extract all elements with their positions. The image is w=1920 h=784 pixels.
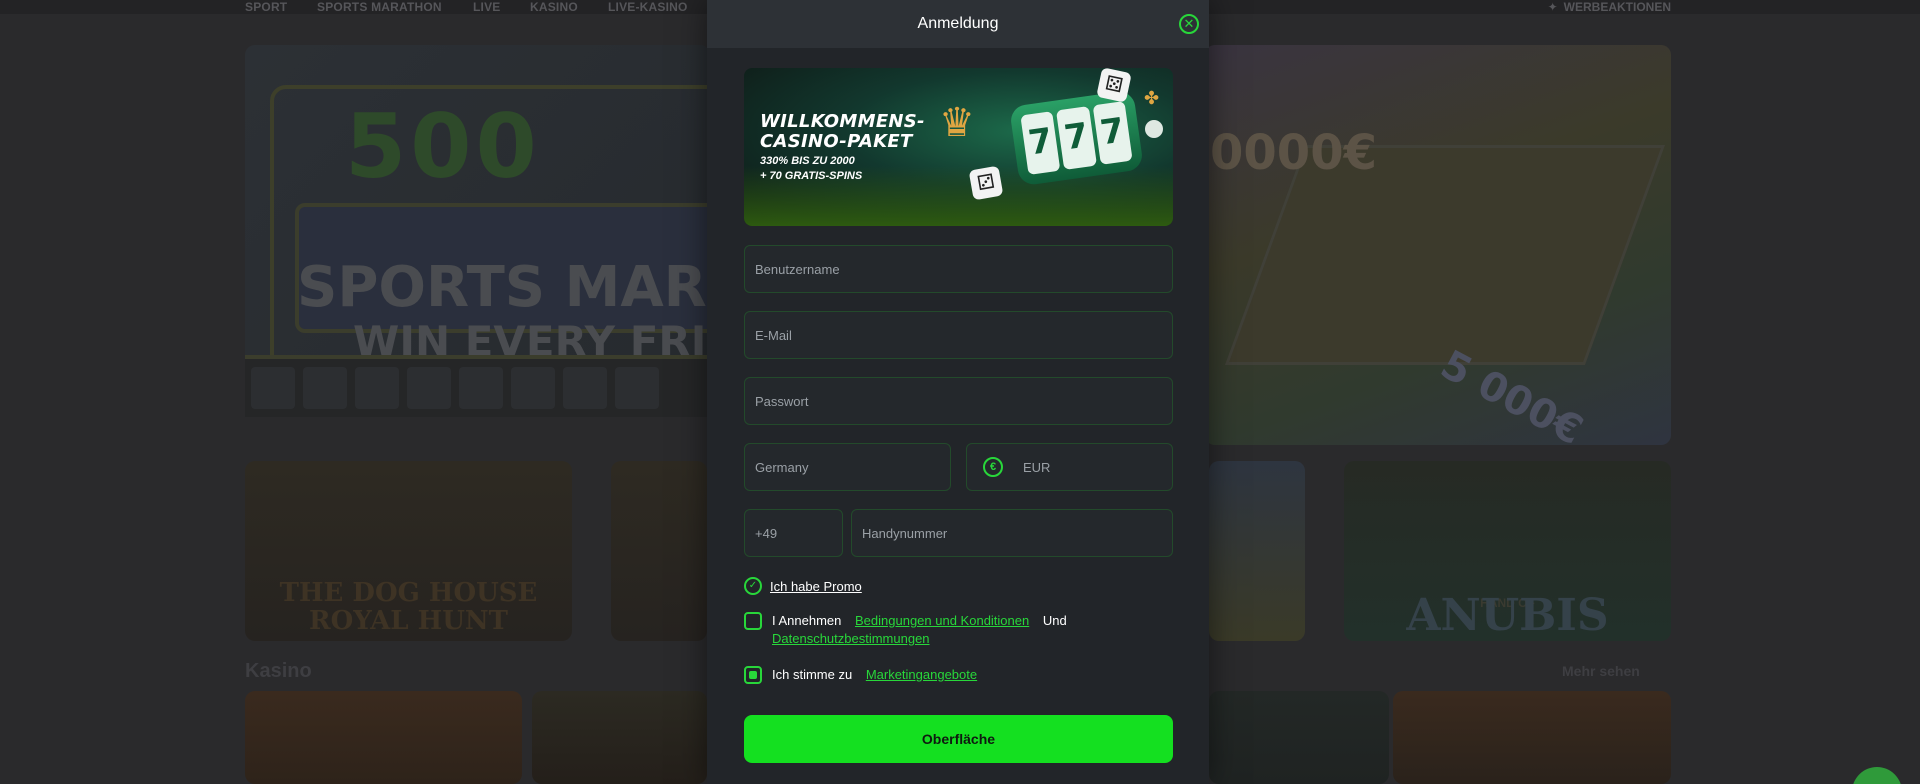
game-tile-anubis[interactable]: HAND OF ANUBIS [1344,461,1671,641]
casino-section-title: Kasino [245,660,312,682]
league-logo [303,367,347,409]
currency-value: EUR [1023,459,1051,475]
slot-reel: 7 [1092,100,1133,165]
game-tile[interactable] [532,691,707,784]
game-tile-dog-house[interactable]: THE DOG HOUSE ROYAL HUNT [245,461,572,641]
phone-field[interactable] [851,509,1173,557]
ball-icon [1145,120,1163,138]
game-tile[interactable] [1393,691,1671,784]
promo-icon: ✓ [744,577,762,595]
terms-prefix: I Annehmen [772,613,842,628]
submit-button[interactable]: Oberfläche [744,715,1173,763]
registration-modal: Anmeldung ✕ ♛ 7 7 7 ⚄ ⚂ ✤ WILLKOMMENS- C… [707,0,1209,784]
email-field[interactable] [744,311,1173,359]
promo-label[interactable]: Ich habe Promo [770,579,862,594]
nav-live-casino[interactable]: LIVE-KASINO [608,0,688,14]
league-logo [459,367,503,409]
conditions-link[interactable]: Bedingungen und Konditionen [855,613,1029,628]
password-field[interactable] [744,377,1173,425]
crown-icon: ♛ [939,101,975,145]
slot-reel: 7 [1020,111,1061,176]
league-logo [355,367,399,409]
promotions-link[interactable]: ✦ WERBEAKTIONEN [1548,0,1671,14]
league-logo [251,367,295,409]
promo-toggle[interactable]: ✓ Ich habe Promo [744,577,862,595]
banner-subtitle: 330% BIS ZU 2000 + 70 GRATIS-SPINS [760,155,863,182]
modal-title: Anmeldung [917,15,999,32]
username-field[interactable] [744,245,1173,293]
league-logo [615,367,659,409]
country-select[interactable]: Germany [744,443,951,491]
marketing-prefix: Ich stimme zu [772,667,853,682]
slot-reel: 7 [1056,106,1097,170]
hero-banner-right[interactable]: 0000€ 5 000€ [1205,45,1671,445]
phone-code-value: +49 [755,525,778,541]
game-tile-title: ANUBIS [1406,590,1609,641]
game-tile-title: THE DOG HOUSE ROYAL HUNT [279,578,538,636]
megaphone-icon: ✦ [1547,0,1558,14]
username-input[interactable] [755,261,1162,277]
game-tile[interactable] [245,691,522,784]
marketing-checkbox[interactable] [744,666,762,684]
password-input[interactable] [755,393,1162,409]
phone-code-select[interactable]: +49 [744,509,843,557]
marketing-link[interactable]: Marketingangebote [866,667,977,682]
terms-checkbox[interactable] [744,612,762,630]
see-more-link[interactable]: Mehr sehen [1562,663,1640,679]
game-tile-dog-house-2[interactable] [611,461,707,641]
close-icon[interactable]: ✕ [1179,14,1199,34]
banner-title: WILLKOMMENS- CASINO-PAKET [760,111,925,152]
marketing-row: Ich stimme zu Marketingangebote [744,666,1172,684]
league-logo [511,367,555,409]
email-input[interactable] [755,327,1162,343]
dice-icon: ⚂ [968,165,1004,201]
league-logo [563,367,607,409]
nav-sport[interactable]: SPORT [245,0,287,14]
euro-icon: € [983,457,1003,477]
phone-input[interactable] [862,525,1162,541]
country-value: Germany [755,459,809,475]
terms-text: I Annehmen Bedingungen und Konditionen U… [772,612,1172,648]
privacy-link[interactable]: Datenschutzbestimmungen [772,631,930,646]
modal-header: Anmeldung ✕ [707,0,1209,48]
nav-casino[interactable]: KASINO [530,0,578,14]
hero-title: SPORTS MARAT [297,255,710,320]
league-logo [407,367,451,409]
terms-row: I Annehmen Bedingungen und Konditionen U… [744,612,1172,648]
hero-right-amount: 0000€ [1210,125,1377,181]
game-tile-partial[interactable] [1209,461,1305,641]
terms-and: Und [1042,613,1067,628]
welcome-bonus-banner: ♛ 7 7 7 ⚄ ⚂ ✤ WILLKOMMENS- CASINO-PAKET … [744,68,1173,226]
currency-select[interactable]: € EUR [966,443,1173,491]
clover-icon: ✤ [1144,88,1160,108]
league-logos-strip [245,355,710,417]
dice-icon: ⚄ [1096,68,1132,103]
marketing-text: Ich stimme zu Marketingangebote [772,666,1172,684]
game-tile[interactable] [1209,691,1389,784]
chat-button[interactable] [1852,767,1902,784]
nav-live[interactable]: LIVE [473,0,500,14]
promotions-label: WERBEAKTIONEN [1563,0,1671,14]
nav-sports-marathon[interactable]: SPORTS MARATHON [317,0,442,14]
